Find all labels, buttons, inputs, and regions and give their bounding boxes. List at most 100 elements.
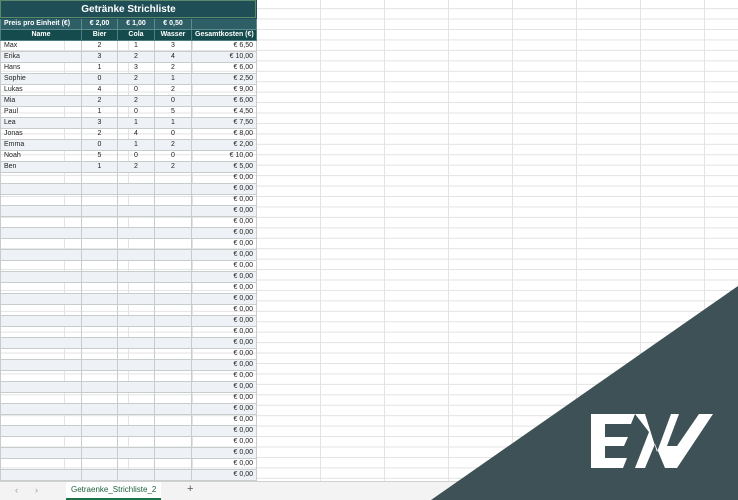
cell-name[interactable]	[0, 447, 82, 459]
cell-cola[interactable]	[117, 172, 155, 184]
cell-wasser[interactable]	[154, 425, 192, 437]
cell-name[interactable]	[0, 205, 82, 217]
cell-cola[interactable]: 2	[117, 73, 155, 85]
cell-cola[interactable]: 2	[117, 161, 155, 173]
cell-bier[interactable]	[81, 348, 118, 360]
cell-total[interactable]: € 0,00	[191, 436, 257, 448]
cell-bier[interactable]	[81, 337, 118, 349]
tab-next-icon[interactable]: ›	[35, 485, 38, 495]
cell-total[interactable]: € 0,00	[191, 403, 257, 415]
cell-wasser[interactable]	[154, 469, 192, 481]
cell-cola[interactable]: 3	[117, 62, 155, 74]
cell-total[interactable]: € 2,50	[191, 73, 257, 85]
cell-cola[interactable]	[117, 326, 155, 338]
cell-name[interactable]	[0, 403, 82, 415]
cell-name[interactable]	[0, 238, 82, 250]
cell-bier[interactable]	[81, 458, 118, 470]
cell-total[interactable]: € 0,00	[191, 183, 257, 195]
cell-cola[interactable]	[117, 381, 155, 393]
cell-total[interactable]: € 10,00	[191, 150, 257, 162]
cell-name[interactable]: Sophie	[0, 73, 82, 85]
cell-cola[interactable]	[117, 315, 155, 327]
cell-wasser[interactable]	[154, 205, 192, 217]
header-total[interactable]: Gesamtkosten (€)	[191, 29, 257, 41]
cell-bier[interactable]	[81, 403, 118, 415]
cell-name[interactable]	[0, 392, 82, 404]
cell-wasser[interactable]	[154, 183, 192, 195]
cell-name[interactable]: Jonas	[0, 128, 82, 140]
cell-name[interactable]	[0, 282, 82, 294]
cell-wasser[interactable]	[154, 348, 192, 360]
cell-bier[interactable]	[81, 447, 118, 459]
cell-total[interactable]: € 0,00	[191, 227, 257, 239]
cell-total[interactable]: € 0,00	[191, 348, 257, 360]
cell-wasser[interactable]	[154, 458, 192, 470]
cell-name[interactable]: Emma	[0, 139, 82, 151]
cell-name[interactable]	[0, 381, 82, 393]
cell-wasser[interactable]: 0	[154, 95, 192, 107]
cell-cola[interactable]: 2	[117, 95, 155, 107]
cell-name[interactable]	[0, 436, 82, 448]
cell-cola[interactable]	[117, 249, 155, 261]
cell-wasser[interactable]	[154, 370, 192, 382]
cell-wasser[interactable]: 1	[154, 117, 192, 129]
header-cola[interactable]: Cola	[117, 29, 155, 41]
cell-name[interactable]	[0, 249, 82, 261]
cell-name[interactable]: Lukas	[0, 84, 82, 96]
cell-bier[interactable]	[81, 172, 118, 184]
cell-name[interactable]: Hans	[0, 62, 82, 74]
cell-cola[interactable]	[117, 458, 155, 470]
price-label-cell[interactable]: Preis pro Einheit (€)	[0, 18, 82, 30]
cell-name[interactable]	[0, 469, 82, 481]
cell-cola[interactable]	[117, 282, 155, 294]
cell-cola[interactable]	[117, 238, 155, 250]
cell-wasser[interactable]	[154, 249, 192, 261]
cell-total[interactable]: € 4,50	[191, 106, 257, 118]
cell-wasser[interactable]	[154, 326, 192, 338]
cell-cola[interactable]	[117, 293, 155, 305]
price-cola-cell[interactable]: € 1,00	[117, 18, 155, 30]
cell-cola[interactable]	[117, 194, 155, 206]
tab-prev-icon[interactable]: ‹	[15, 485, 18, 495]
price-wasser-cell[interactable]: € 0,50	[154, 18, 192, 30]
tab-getraenke-strichliste-2[interactable]: Getraenke_Strichliste_2	[66, 482, 162, 500]
cell-bier[interactable]: 3	[81, 51, 118, 63]
cell-total[interactable]: € 10,00	[191, 51, 257, 63]
cell-cola[interactable]	[117, 183, 155, 195]
cell-cola[interactable]	[117, 403, 155, 415]
price-empty-cell[interactable]	[191, 18, 257, 30]
header-name[interactable]: Name	[0, 29, 82, 41]
cell-total[interactable]: € 0,00	[191, 425, 257, 437]
spreadsheet-grid[interactable]: Getränke Strichliste Preis pro Einheit (…	[0, 0, 738, 481]
cell-name[interactable]: Ben	[0, 161, 82, 173]
cell-name[interactable]	[0, 348, 82, 360]
cell-bier[interactable]	[81, 414, 118, 426]
cell-wasser[interactable]	[154, 227, 192, 239]
cell-wasser[interactable]	[154, 403, 192, 415]
cell-bier[interactable]	[81, 293, 118, 305]
cell-total[interactable]: € 0,00	[191, 260, 257, 272]
cell-total[interactable]: € 0,00	[191, 469, 257, 481]
cell-name[interactable]	[0, 260, 82, 272]
cell-total[interactable]: € 0,00	[191, 315, 257, 327]
cell-bier[interactable]	[81, 392, 118, 404]
cell-cola[interactable]: 1	[117, 40, 155, 52]
cell-wasser[interactable]: 5	[154, 106, 192, 118]
cell-bier[interactable]	[81, 260, 118, 272]
header-wasser[interactable]: Wasser	[154, 29, 192, 41]
cell-bier[interactable]	[81, 359, 118, 371]
header-bier[interactable]: Bier	[81, 29, 118, 41]
cell-total[interactable]: € 0,00	[191, 370, 257, 382]
cell-name[interactable]	[0, 216, 82, 228]
cell-bier[interactable]	[81, 183, 118, 195]
cell-bier[interactable]	[81, 425, 118, 437]
cell-name[interactable]	[0, 172, 82, 184]
cell-wasser[interactable]	[154, 216, 192, 228]
cell-name[interactable]	[0, 359, 82, 371]
cell-cola[interactable]	[117, 205, 155, 217]
cell-bier[interactable]: 0	[81, 139, 118, 151]
cell-wasser[interactable]	[154, 315, 192, 327]
cell-name[interactable]	[0, 414, 82, 426]
cell-wasser[interactable]: 2	[154, 161, 192, 173]
cell-total[interactable]: € 0,00	[191, 216, 257, 228]
